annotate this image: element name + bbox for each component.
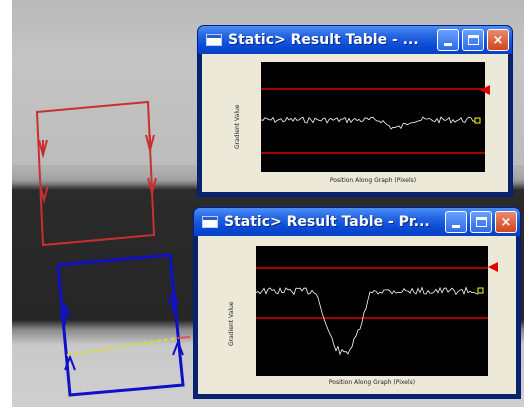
threshold-marker-icon: [480, 85, 490, 95]
window-2-title: Static> Result Table - Pr...: [224, 214, 430, 230]
close-icon[interactable]: ×: [487, 29, 509, 51]
result-table-window-2[interactable]: Static> Result Table - Pr... × Gradient …: [194, 208, 520, 398]
close-icon[interactable]: ×: [495, 211, 517, 233]
window-2-client: Gradient Value Position Along Graph (Pix…: [198, 236, 516, 394]
minimize-icon[interactable]: [445, 211, 467, 233]
window-1-client: Gradient Value Position Along Graph (Pix…: [202, 54, 508, 192]
window-app-icon: [206, 34, 222, 46]
blue-roi[interactable]: [56, 253, 185, 397]
graph-2-ylabel: Gradient Value: [228, 301, 235, 347]
maximize-icon[interactable]: [470, 211, 492, 233]
scan-line: [66, 337, 179, 356]
window-2-titlebar[interactable]: Static> Result Table - Pr... ×: [194, 208, 520, 236]
graph-1-xlabel: Position Along Graph (Pixels): [329, 177, 417, 184]
minimize-icon[interactable]: [437, 29, 459, 51]
graph-1-plot: [261, 62, 485, 172]
result-table-window-1[interactable]: Static> Result Table - ... × Gradient Va…: [198, 26, 512, 196]
threshold-marker-icon: [488, 262, 498, 272]
graph-1-ylabel: Gradient Value: [234, 104, 241, 150]
graph-2-xlabel: Position Along Graph (Pixels): [328, 379, 416, 386]
window-1-titlebar[interactable]: Static> Result Table - ... ×: [198, 26, 512, 54]
graph-2-plot: [256, 246, 488, 376]
window-1-title: Static> Result Table - ...: [228, 32, 419, 48]
maximize-icon[interactable]: [462, 29, 484, 51]
window-app-icon: [202, 216, 218, 228]
